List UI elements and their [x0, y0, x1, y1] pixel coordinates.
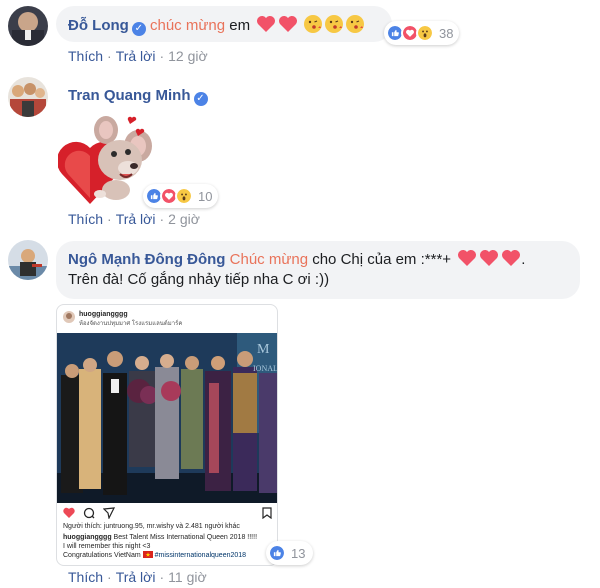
comment-actions: Thích · Trả lời · 12 giờ [68, 48, 208, 64]
like-link[interactable]: Thích [68, 569, 103, 585]
reaction-count: 13 [291, 545, 306, 561]
verified-badge-icon: ✓ [193, 92, 208, 106]
instagram-comment-icon[interactable] [83, 507, 95, 519]
heart-icon [458, 250, 477, 266]
vietnam-flag-icon [142, 551, 153, 558]
avatar[interactable] [8, 6, 48, 46]
reaction-count: 38 [439, 25, 454, 41]
instagram-bookmark-icon[interactable] [261, 507, 273, 519]
comment-author[interactable]: Ngô Mạnh Đông Đông [68, 251, 225, 268]
comment-actions: Thích · Trả lời · 2 giờ [68, 211, 200, 227]
instagram-post-header: huoggiangggg ห้องจัดงานปทุมมาศ โรงแรมแลน… [63, 311, 182, 328]
comment-text: cho Chị của em :***+ [308, 251, 456, 268]
comment-text-line2: Trên đà! Cố gắng nhảy tiếp nha C ơi :)) [68, 271, 330, 288]
instagram-caption-line3: Congratulations VietNam [63, 552, 141, 559]
instagram-caption-text: Best Talent Miss International Queen 201… [111, 534, 258, 541]
separator: · [159, 569, 165, 585]
avatar[interactable] [8, 240, 48, 280]
reply-link[interactable]: Trả lời [116, 211, 156, 227]
wow-reaction-icon [175, 187, 193, 205]
reaction-summary[interactable]: 10 [143, 184, 219, 208]
comment-time[interactable]: 11 giờ [168, 569, 207, 585]
instagram-screenshot-attachment[interactable]: huoggiangggg ห้องจัดงานปทุมมาศ โรงแรมแลน… [56, 304, 278, 566]
comment-tag[interactable]: chúc mừng [150, 17, 225, 34]
instagram-caption: huoggiangggg Best Talent Miss Internatio… [63, 533, 273, 560]
heart-icon [279, 16, 298, 32]
instagram-share-icon[interactable] [103, 507, 115, 519]
svg-text:IONAL: IONAL [253, 364, 278, 373]
comment-time[interactable]: 12 giờ [168, 48, 208, 64]
reply-link[interactable]: Trả lời [116, 48, 156, 64]
heart-icon [257, 16, 276, 32]
reaction-summary[interactable]: 38 [384, 21, 460, 45]
instagram-hashtag[interactable]: #missinternationalqueen2018 [153, 552, 246, 559]
instagram-location: ห้องจัดงานปทุมมาศ โรงแรมแลนด์มาร์ค [79, 321, 183, 327]
wow-reaction-icon [416, 24, 434, 42]
verified-badge-icon: ✓ [131, 22, 146, 36]
comment-author[interactable]: Đỗ Long [68, 17, 129, 34]
reply-link[interactable]: Trả lời [116, 569, 156, 585]
separator: · [107, 569, 112, 585]
like-link[interactable]: Thích [68, 211, 103, 227]
comment-tag[interactable]: Chúc mừng [230, 251, 308, 268]
comment-author[interactable]: Tran Quang Minh [68, 87, 191, 104]
instagram-photo: M IONAL [57, 333, 278, 503]
comment-actions: Thích · Trả lời · 11 giờ [68, 569, 207, 585]
instagram-username: huoggiangggg [79, 311, 128, 318]
separator: · [107, 48, 112, 64]
kiss-emoji-icon [304, 15, 323, 33]
heart-icon [502, 250, 521, 266]
svg-text:M: M [257, 342, 270, 357]
separator: · [159, 48, 165, 64]
instagram-caption-line2: I will remember this night <3 [63, 543, 151, 550]
comment-bubble: Đỗ Long ✓ chúc mừng em [56, 6, 392, 42]
comment-time[interactable]: 2 giờ [168, 211, 200, 227]
reaction-summary[interactable]: 13 [266, 541, 314, 565]
heart-icon [480, 250, 499, 266]
kiss-emoji-icon [346, 15, 365, 33]
author-label-bubble: Tran Quang Minh ✓ [56, 86, 220, 106]
like-reaction-icon [268, 544, 286, 562]
reaction-count: 10 [198, 188, 213, 204]
instagram-likes: Người thích: juntruong.95, mr.wishy và 2… [63, 523, 240, 530]
separator: · [107, 211, 112, 227]
separator: · [159, 211, 165, 227]
instagram-heart-icon[interactable] [63, 507, 75, 519]
avatar[interactable] [8, 77, 48, 117]
instagram-action-icons [63, 507, 273, 521]
instagram-caption-user: huoggiangggg [63, 534, 112, 541]
comment-bubble: Ngô Mạnh Đông Đông Chúc mừng cho Chị của… [56, 241, 580, 299]
kiss-emoji-icon [325, 15, 344, 33]
like-link[interactable]: Thích [68, 48, 103, 64]
instagram-avatar [63, 311, 75, 323]
comment-text: em [225, 17, 251, 34]
comment-text-period: . [521, 251, 526, 268]
